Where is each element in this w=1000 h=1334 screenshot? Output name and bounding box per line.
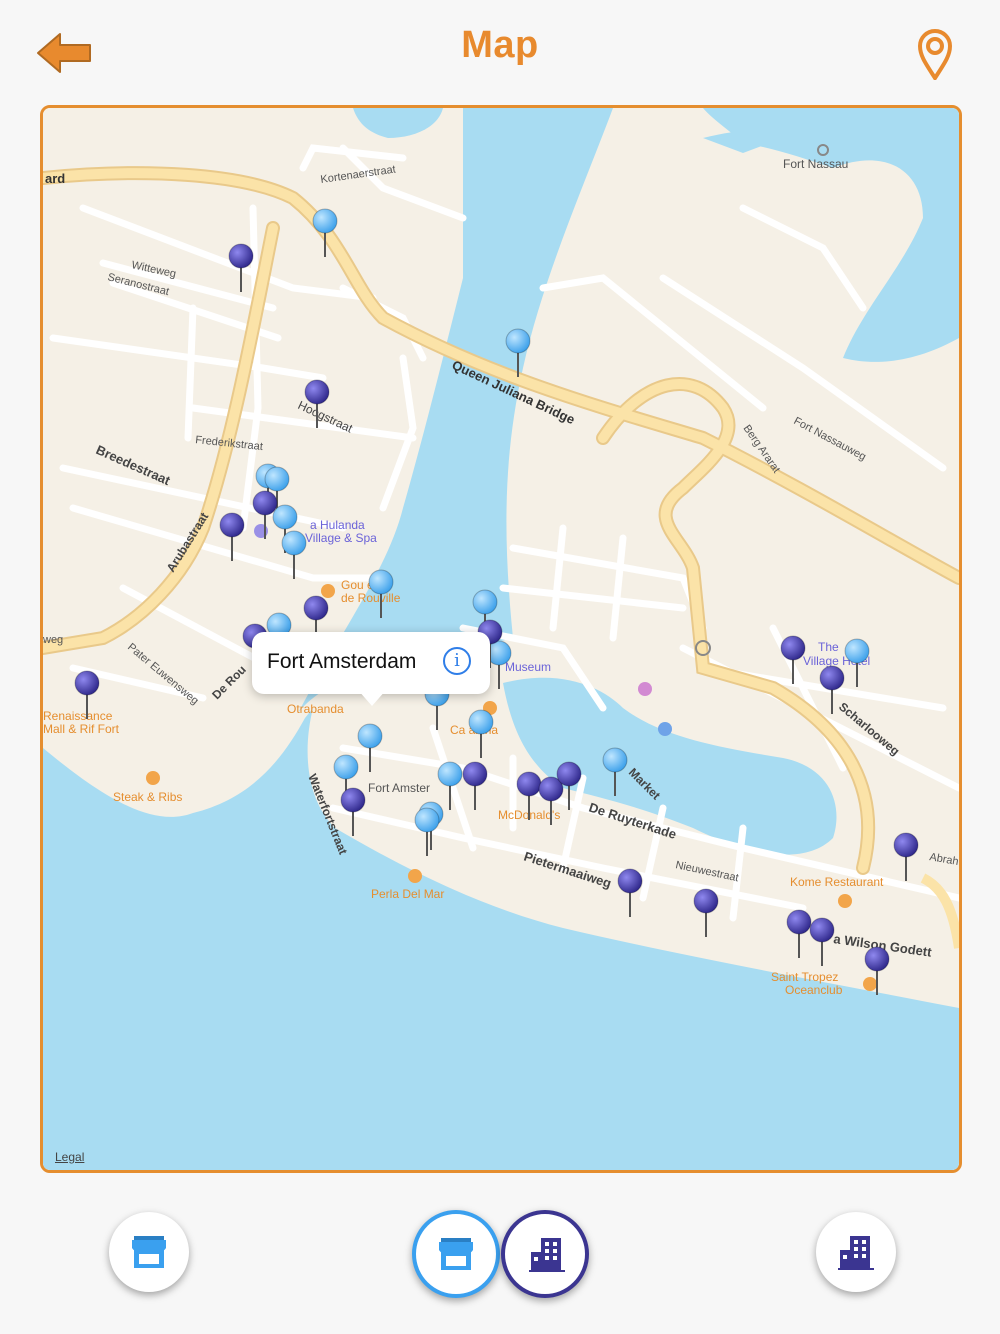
show-shops-button[interactable] [109,1212,189,1292]
poi-label: Steak & Ribs [113,790,182,804]
poi-label: Mall & Rif Fort [43,722,120,736]
info-button[interactable]: i [443,647,471,675]
location-button[interactable] [910,26,960,82]
page-title: Map [461,24,539,66]
storefront-icon [132,1236,166,1268]
info-icon: i [454,650,460,671]
callout-tail [358,690,386,706]
location-pin-icon [917,29,953,82]
poi-label: Kome Restaurant [790,875,884,889]
map-view[interactable]: Fort Nassau Kortenaerstraat ard Witteweg… [40,105,962,1173]
hotel-building-icon [529,1238,565,1272]
street-label: weg [43,634,63,646]
callout-title: Fort Amsterdam [267,650,417,673]
poi-label: Renaissance [43,709,113,723]
legal-link[interactable]: Legal [55,1150,84,1164]
show-shops-toggle-active[interactable] [412,1210,500,1298]
poi-label: de Rouville [341,591,401,605]
hotel-building-icon [838,1236,874,1270]
poi-label: Museum [505,660,551,674]
poi-label: The [818,640,839,654]
poi-label: Fort Nassau [783,157,848,171]
poi-label: Perla Del Mar [371,887,444,901]
show-hotels-toggle-active[interactable] [501,1210,589,1298]
poi-label: Fort Amster [368,781,430,795]
header: Map [0,0,1000,100]
pin-callout[interactable]: Fort Amsterdam i [252,632,490,706]
poi-label: Village & Spa [305,531,377,545]
street-label: ard [45,171,65,186]
poi-label: Otrabanda [287,702,344,716]
show-hotels-button[interactable] [816,1212,896,1292]
storefront-icon [439,1238,473,1270]
poi-label: Oceanclub [785,983,843,997]
map-canvas[interactable]: Fort Nassau Kortenaerstraat ard Witteweg… [43,108,959,1170]
poi-label: a Hulanda [310,518,365,532]
poi-label: Saint Tropez [771,970,838,984]
